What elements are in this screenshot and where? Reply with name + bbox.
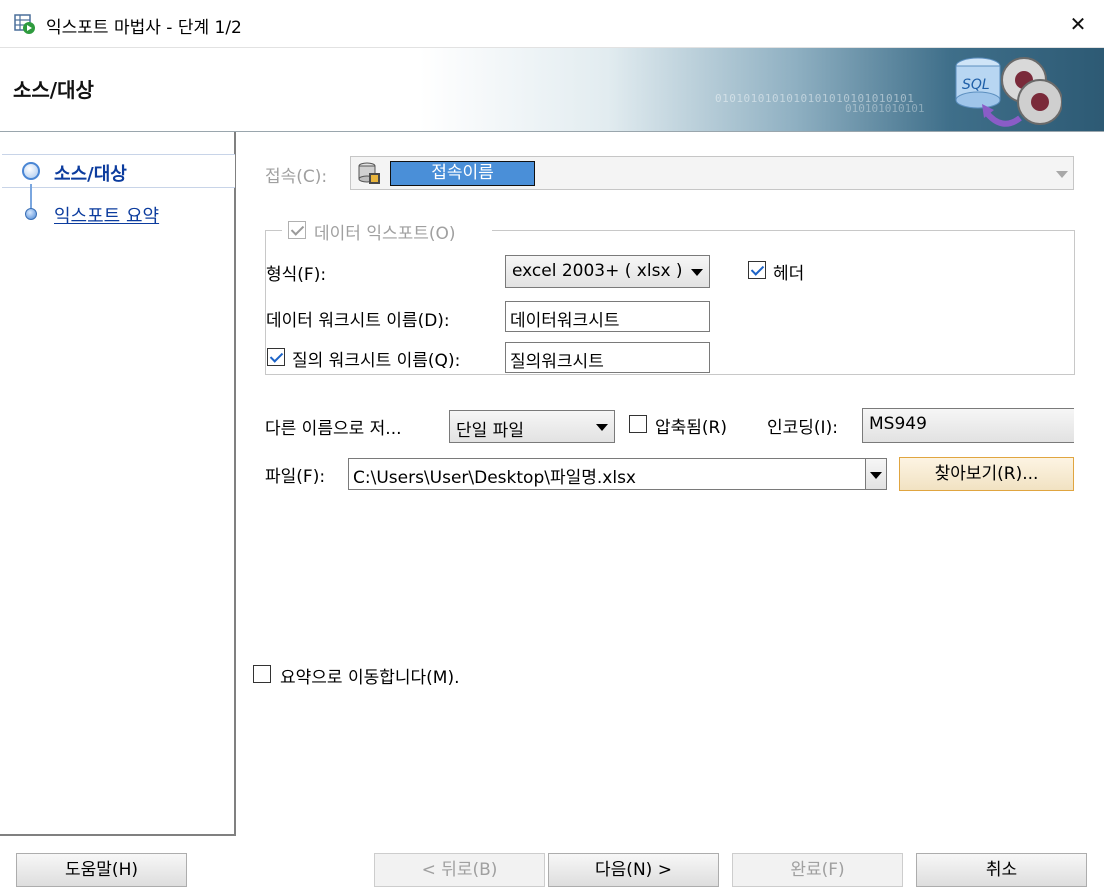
compressed-checkbox[interactable] <box>629 415 647 433</box>
save-mode-value: 단일 파일 <box>456 421 524 441</box>
close-icon: ✕ <box>1069 12 1087 36</box>
header-checkbox[interactable] <box>748 261 766 279</box>
encoding-select[interactable]: MS949 <box>862 408 1074 443</box>
banner-binary-decoration-2: 010101010101 <box>845 102 925 115</box>
encoding-label: 인코딩(I): <box>767 418 838 438</box>
connection-dropdown-icon[interactable] <box>1056 171 1068 178</box>
help-button[interactable]: 도움말(H) <box>16 853 187 887</box>
file-label: 파일(F): <box>265 467 326 487</box>
file-history-dropdown[interactable] <box>865 458 887 490</box>
sql-database-graphic: SQL <box>955 57 1062 127</box>
header-label: 헤더 <box>773 264 805 284</box>
data-sheet-label: 데이터 워크시트 이름(D): <box>266 311 450 331</box>
sql-graphic-text: SQL <box>962 77 990 93</box>
format-label: 형식(F): <box>266 265 327 285</box>
finish-button[interactable]: 완료(F) <box>732 853 903 887</box>
nav-step-icon <box>25 208 37 220</box>
nav-item-source-target[interactable]: 소스/대상 <box>54 160 127 186</box>
chevron-down-icon <box>691 268 703 276</box>
data-export-checkbox[interactable] <box>288 221 306 239</box>
next-button[interactable]: 다음(N) > <box>548 853 719 887</box>
goto-summary-checkbox[interactable] <box>253 665 271 683</box>
back-button[interactable]: < 뒤로(B) <box>374 853 545 887</box>
nav-item-export-summary[interactable]: 익스포트 요약 <box>54 202 159 228</box>
query-sheet-input[interactable]: 질의워크시트 <box>505 342 710 373</box>
chevron-down-icon <box>596 423 608 431</box>
format-select[interactable]: excel 2003+ ( xlsx ) <box>505 255 710 288</box>
query-sheet-label: 질의 워크시트 이름(Q): <box>292 351 461 371</box>
data-sheet-input[interactable]: 데이터워크시트 <box>505 301 710 332</box>
query-sheet-checkbox[interactable] <box>267 348 285 366</box>
format-select-value: excel 2003+ ( xlsx ) <box>512 261 683 281</box>
encoding-value: MS949 <box>869 414 927 434</box>
wizard-banner: 소스/대상 0101010101010101010101010101 01010… <box>0 48 1104 132</box>
save-as-label: 다른 이름으로 저... <box>265 419 402 439</box>
banner-title: 소스/대상 <box>13 78 94 102</box>
window-title: 익스포트 마법사 - 단계 1/2 <box>46 18 242 38</box>
data-export-label: 데이터 익스포트(O) <box>314 224 456 244</box>
export-wizard-icon <box>14 14 35 34</box>
connection-name-value: 접속이름 <box>390 161 535 186</box>
file-path-input[interactable]: C:\Users\User\Desktop\파일명.xlsx <box>348 458 866 490</box>
wizard-step-nav: 소스/대상 익스포트 요약 <box>0 132 236 836</box>
close-button[interactable]: ✕ <box>1060 8 1096 40</box>
nav-step-current-icon <box>22 162 40 180</box>
save-mode-select[interactable]: 단일 파일 <box>449 410 615 443</box>
database-connection-icon <box>358 162 380 184</box>
compressed-label: 압축됨(R) <box>655 418 727 438</box>
chevron-down-icon <box>870 472 882 479</box>
connection-label: 접속(C): <box>265 167 328 187</box>
title-bar: 익스포트 마법사 - 단계 1/2 ✕ <box>0 0 1104 48</box>
browse-button[interactable]: 찾아보기(R)... <box>899 457 1074 491</box>
goto-summary-label: 요약으로 이동합니다(M). <box>280 668 460 688</box>
cancel-button[interactable]: 취소 <box>916 853 1087 887</box>
